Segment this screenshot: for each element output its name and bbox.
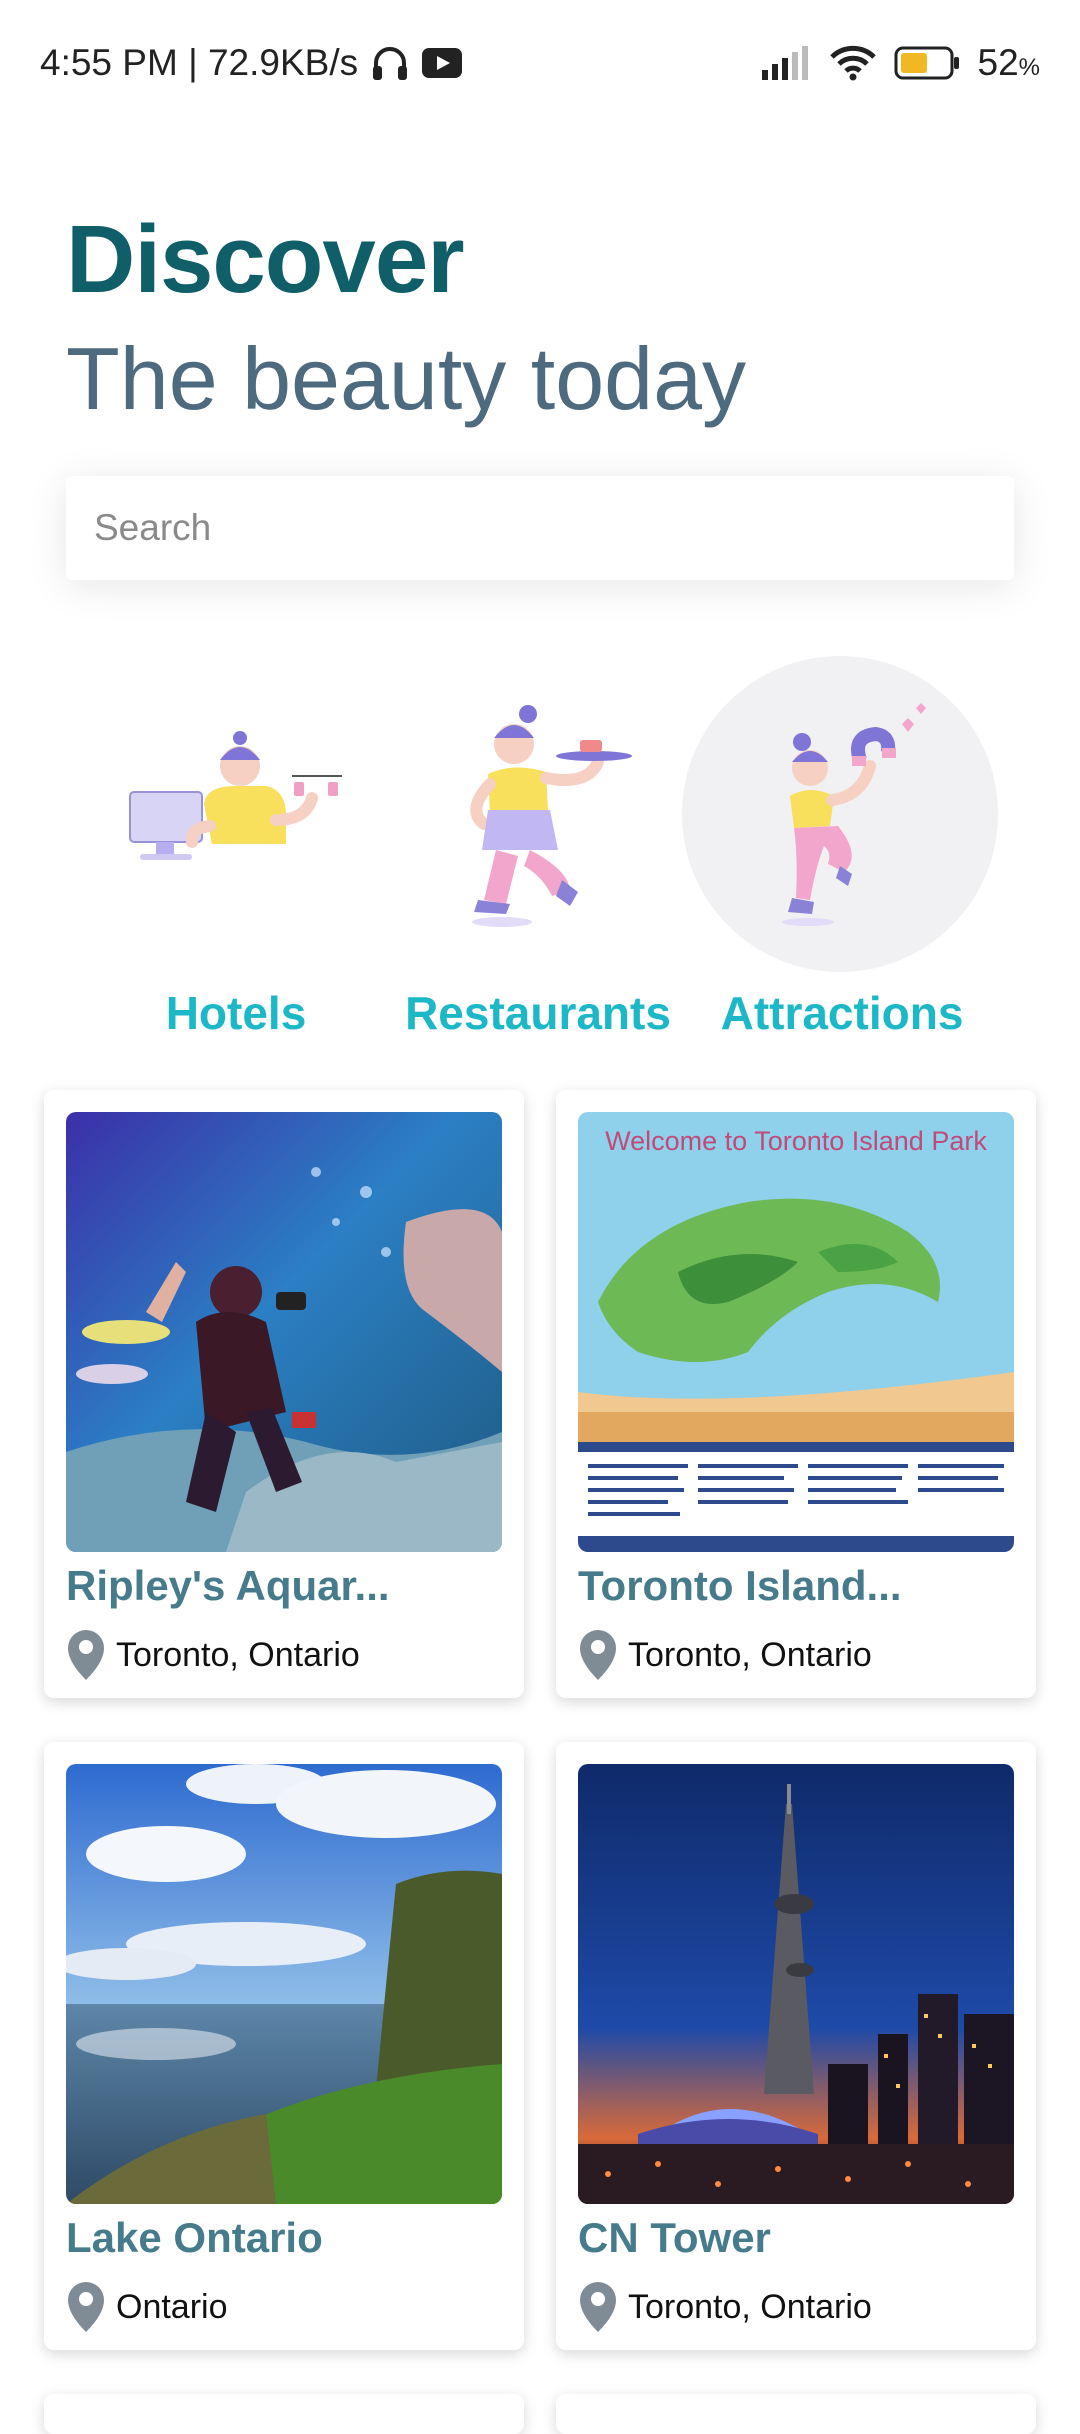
place-location-text: Toronto, Ontario (628, 2287, 872, 2326)
category-hotels[interactable]: Hotels (76, 656, 396, 1056)
signal-icon (761, 46, 808, 80)
restaurants-illustration (470, 705, 632, 927)
place-location-text: Toronto, Ontario (116, 1635, 360, 1674)
place-name: Lake Ontario (66, 2214, 323, 2261)
status-time-network: 4:55 PM | 72.9KB/s (40, 42, 359, 83)
map-title: Welcome to Toronto Island Park (605, 1126, 987, 1156)
page-title: Discover (66, 206, 465, 313)
category-hotels-label: Hotels (165, 987, 307, 1039)
place-image-lake-ontario (66, 1764, 502, 2204)
location-pin-icon (68, 1630, 104, 1680)
place-location: Toronto, Ontario (66, 1628, 360, 1682)
place-card[interactable]: CN Tower Toronto, Ontario (556, 1742, 1036, 2350)
battery-icon (894, 46, 959, 80)
wifi-icon (829, 45, 876, 81)
attractions-illustration (782, 703, 926, 926)
place-image-toronto-island-map: Welcome to Toronto Island Park (578, 1112, 1014, 1552)
battery-percent: 52% (978, 42, 1041, 84)
category-restaurants-label: Restaurants (405, 987, 671, 1039)
category-restaurants[interactable]: Restaurants (378, 656, 698, 1056)
location-pin-icon (580, 1630, 616, 1680)
location-pin-icon (580, 2282, 616, 2332)
place-card[interactable]: Ripley's Aquar... Toronto, Ontario (44, 1090, 524, 1698)
youtube-icon (422, 48, 463, 78)
place-image-aquarium (66, 1112, 502, 1552)
location-pin-icon (68, 2282, 104, 2332)
status-left: 4:55 PM | 72.9KB/s (40, 42, 463, 84)
page-subtitle: The beauty today (66, 329, 747, 428)
category-attractions[interactable]: Attractions (682, 656, 1002, 1056)
place-location: Ontario (66, 2280, 228, 2334)
place-card-partial[interactable] (556, 2394, 1036, 2434)
status-right: 52% (761, 42, 1041, 84)
category-attractions-label: Attractions (720, 987, 964, 1039)
place-location: Toronto, Ontario (578, 1628, 872, 1682)
battery-level: 52 (977, 42, 1019, 83)
place-name: Ripley's Aquar... (66, 1562, 390, 1609)
search-input[interactable] (66, 476, 1014, 580)
status-bar: 4:55 PM | 72.9KB/s 52% (0, 0, 1080, 130)
battery-unit: % (1018, 54, 1040, 81)
place-card[interactable]: Welcome to Toronto Island Park Toronto I… (556, 1090, 1036, 1698)
place-location: Toronto, Ontario (578, 2280, 872, 2334)
headphones-icon (373, 47, 408, 80)
hotels-illustration (129, 731, 342, 860)
place-location-text: Toronto, Ontario (628, 1635, 872, 1674)
place-card-partial[interactable] (44, 2394, 524, 2434)
place-card[interactable]: Lake Ontario Ontario (44, 1742, 524, 2350)
place-name: CN Tower (578, 2214, 771, 2261)
place-name: Toronto Island... (578, 1562, 902, 1609)
place-image-cn-tower (578, 1764, 1014, 2204)
place-location-text: Ontario (116, 2287, 228, 2326)
